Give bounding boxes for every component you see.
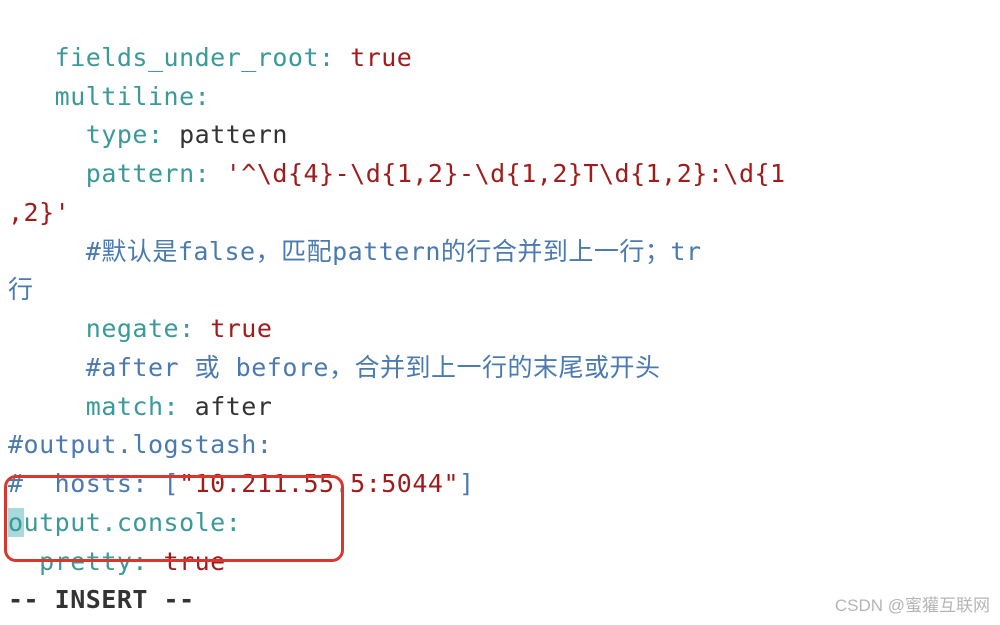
yaml-key: pretty: xyxy=(39,547,148,576)
yaml-key: multiline: xyxy=(55,82,211,111)
yaml-value: '^\d{4}-\d{1,2}-\d{1,2}T\d{1,2}:\d{1 xyxy=(226,159,786,188)
yaml-comment: # hosts: [ xyxy=(8,469,179,498)
yaml-key: fields_under_root: xyxy=(55,43,335,72)
cursor-position: o xyxy=(8,508,24,537)
watermark-text: CSDN @蜜獾互联网 xyxy=(835,593,990,619)
yaml-value: after xyxy=(195,392,273,421)
code-line: ,2}' xyxy=(8,198,70,227)
code-line: #默认是false，匹配pattern的行合并到上一行；tr xyxy=(8,237,702,266)
yaml-value: true xyxy=(164,547,226,576)
yaml-key: type: xyxy=(86,120,164,149)
yaml-value: ,2}' xyxy=(8,198,70,227)
code-line: # hosts: ["10.211.55.5:5044"] xyxy=(8,469,475,498)
code-line: fields_under_root: true xyxy=(8,43,412,72)
yaml-comment: #output.logstash: xyxy=(8,430,272,459)
code-line: #output.logstash: xyxy=(8,430,272,459)
code-line: multiline: xyxy=(8,82,210,111)
code-line: type: pattern xyxy=(8,120,288,149)
yaml-value: true xyxy=(350,43,412,72)
code-line: pattern: '^\d{4}-\d{1,2}-\d{1,2}T\d{1,2}… xyxy=(8,159,786,188)
yaml-comment: 行 xyxy=(8,275,34,304)
code-line: output.console: xyxy=(8,508,241,537)
editor-content[interactable]: fields_under_root: true multiline: type:… xyxy=(8,0,1000,620)
yaml-comment: #默认是false，匹配pattern的行合并到上一行；tr xyxy=(86,237,702,266)
yaml-key: negate: xyxy=(86,314,195,343)
code-line: match: after xyxy=(8,392,272,421)
yaml-key: utput.console: xyxy=(24,508,242,537)
yaml-key: match: xyxy=(86,392,179,421)
yaml-comment: #after 或 before，合并到上一行的末尾或开头 xyxy=(86,353,661,382)
yaml-key: pattern: xyxy=(86,159,210,188)
code-line: #after 或 before，合并到上一行的末尾或开头 xyxy=(8,353,661,382)
yaml-value: true xyxy=(210,314,272,343)
vim-mode-indicator: -- INSERT -- xyxy=(8,585,195,614)
code-line: negate: true xyxy=(8,314,272,343)
yaml-value: "10.211.55.5:5044" xyxy=(179,469,459,498)
yaml-comment: ] xyxy=(459,469,475,498)
yaml-value: pattern xyxy=(179,120,288,149)
code-line: 行 xyxy=(8,275,34,304)
code-line: pretty: true xyxy=(8,547,226,576)
